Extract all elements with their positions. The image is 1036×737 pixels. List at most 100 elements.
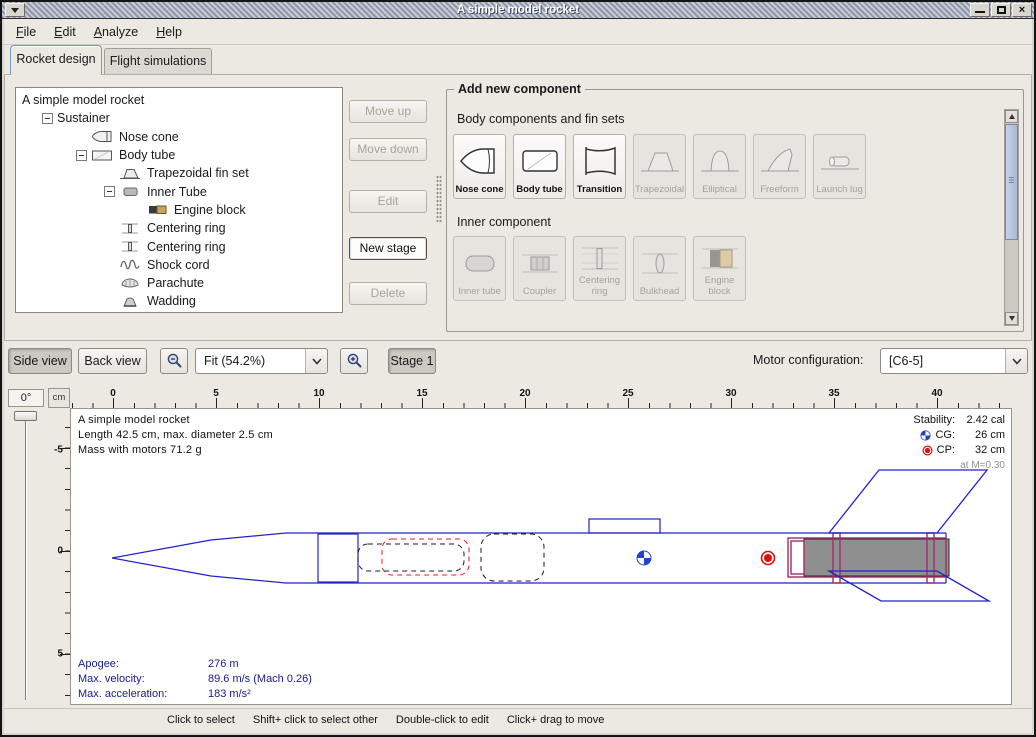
rocket-mass: Mass with motors 71.2 g	[78, 443, 273, 458]
tree-item-fin-set[interactable]: Trapezoidal fin set	[16, 164, 342, 182]
collapse-icon[interactable]	[76, 150, 87, 161]
shock-cord-icon	[119, 258, 141, 271]
centering-ring-icon	[578, 243, 622, 273]
rocket-info-block: A simple model rocket Length 42.5 cm, ma…	[78, 413, 273, 458]
cp-legend-icon	[922, 445, 933, 456]
rocket-dimensions: Length 42.5 cm, max. diameter 2.5 cm	[78, 428, 273, 443]
tree-item-wadding[interactable]: Wadding	[16, 292, 342, 310]
delete-button[interactable]: Delete	[349, 282, 427, 305]
move-up-button[interactable]: Move up	[349, 100, 427, 123]
menu-help[interactable]: Help	[148, 21, 190, 43]
tree-item-centering-ring-2[interactable]: Centering ring	[16, 237, 342, 255]
tree-item-engine-block[interactable]: Engine block	[16, 201, 342, 219]
tree-item-centering-ring-1[interactable]: Centering ring	[16, 219, 342, 237]
bulkhead-icon	[638, 248, 682, 278]
wadding-icon	[119, 295, 141, 308]
add-launch-lug-button[interactable]: Launch lug	[813, 134, 866, 199]
cg-marker	[637, 551, 651, 565]
menu-edit[interactable]: Edit	[46, 21, 84, 43]
tree-root[interactable]: A simple model rocket	[16, 91, 342, 109]
back-view-toggle[interactable]: Back view	[78, 348, 147, 374]
maximize-icon	[997, 6, 1006, 14]
inner-tube-icon	[458, 248, 502, 278]
rocket-canvas[interactable]: A simple model rocket Length 42.5 cm, ma…	[70, 408, 1012, 705]
launch-lug-icon	[818, 145, 862, 177]
tree-item-sustainer[interactable]: Sustainer	[16, 109, 342, 127]
rocket-figure-area: 0° cm 0 5 10 15 20 25 30 35 40 -5 0 5	[4, 383, 1032, 708]
add-transition-button[interactable]: Transition	[573, 134, 626, 199]
hint-click-drag: Click+ drag to move	[507, 714, 605, 726]
stage-1-toggle[interactable]: Stage 1	[388, 348, 436, 374]
zoom-in-button[interactable]	[340, 348, 368, 374]
engine-block-icon	[146, 203, 168, 216]
tree-item-shock-cord[interactable]: Shock cord	[16, 256, 342, 274]
add-centering-ring-button[interactable]: Centering ring	[573, 236, 626, 301]
chevron-down-icon	[312, 358, 322, 365]
split-drag-handle[interactable]	[436, 175, 442, 223]
tree-item-parachute[interactable]: Parachute	[16, 274, 342, 292]
add-bulkhead-button[interactable]: Bulkhead	[633, 236, 686, 301]
stability-value: 2.42 cal	[959, 413, 1005, 428]
side-view-toggle[interactable]: Side view	[8, 348, 72, 374]
close-button[interactable]: ×	[1012, 3, 1032, 17]
window-title: A simple model rocket	[2, 4, 1034, 16]
menu-bar: File Edit Analyze Help	[2, 19, 1034, 45]
nose-cone-icon	[458, 145, 502, 177]
rotation-slider-track[interactable]	[25, 413, 27, 700]
hint-click-select: Click to select	[167, 714, 235, 726]
menu-file[interactable]: File	[8, 21, 44, 43]
add-coupler-button[interactable]: Coupler	[513, 236, 566, 301]
trapezoidal-fin-icon	[119, 167, 141, 180]
rotation-slider-handle[interactable]	[14, 411, 37, 421]
minimize-button[interactable]	[970, 3, 990, 17]
vertical-ruler: -5 0 5	[48, 408, 70, 705]
status-bar: Click to select Shift+ click to select o…	[4, 708, 1032, 730]
component-tree[interactable]: A simple model rocket Sustainer Nose con…	[15, 87, 343, 313]
rotation-value: 0°	[8, 389, 44, 407]
add-elliptical-fin-button[interactable]: Elliptical	[693, 134, 746, 199]
horizontal-ruler: 0 5 10 15 20 25 30 35 40	[70, 388, 1012, 408]
body-tube-icon	[518, 145, 562, 177]
parachute-icon	[119, 277, 141, 290]
apogee-value: 276 m	[208, 657, 239, 672]
move-down-button[interactable]: Move down	[349, 138, 427, 161]
add-engine-block-button[interactable]: Engine block	[693, 236, 746, 301]
collapse-icon[interactable]	[42, 113, 53, 124]
hint-double-click: Double-click to edit	[396, 714, 489, 726]
add-freeform-fin-button[interactable]: Freeform	[753, 134, 806, 199]
cg-value: 26 cm	[959, 428, 1005, 443]
motor-configuration-label: Motor configuration:	[753, 353, 863, 367]
tab-flight-simulations[interactable]: Flight simulations	[104, 48, 212, 75]
rocket-name: A simple model rocket	[78, 413, 273, 428]
add-trapezoidal-fin-button[interactable]: Trapezoidal	[633, 134, 686, 199]
tree-item-nose-cone[interactable]: Nose cone	[16, 128, 342, 146]
tree-item-body-tube[interactable]: Body tube	[16, 146, 342, 164]
chevron-down-icon	[1012, 358, 1022, 365]
mach-note: at M=0.30	[913, 458, 1005, 473]
hint-shift-click: Shift+ click to select other	[253, 714, 378, 726]
scroll-up-button[interactable]	[1005, 110, 1018, 123]
component-panel-scrollbar[interactable]	[1004, 109, 1019, 326]
scroll-down-button[interactable]	[1005, 312, 1018, 325]
tree-item-launch-lug[interactable]: Launch lug	[16, 311, 342, 313]
scrollbar-thumb[interactable]	[1005, 124, 1018, 240]
add-nose-cone-button[interactable]: Nose cone	[453, 134, 506, 199]
tab-rocket-design[interactable]: Rocket design	[10, 45, 102, 75]
transition-icon	[578, 145, 622, 177]
maximize-button[interactable]	[991, 3, 1011, 17]
motor-configuration-select[interactable]: [C6-5]	[880, 348, 1028, 374]
zoom-in-icon	[346, 352, 363, 369]
zoom-out-button[interactable]	[160, 348, 188, 374]
minimize-icon	[975, 11, 985, 13]
coupler-icon	[518, 248, 562, 278]
collapse-icon[interactable]	[104, 186, 115, 197]
centering-ring-icon	[119, 240, 141, 253]
tree-item-inner-tube[interactable]: Inner Tube	[16, 182, 342, 200]
new-stage-button[interactable]: New stage	[349, 237, 427, 260]
menu-analyze[interactable]: Analyze	[86, 21, 146, 43]
zoom-level-select[interactable]: Fit (54.2%)	[195, 348, 328, 374]
add-body-tube-button[interactable]: Body tube	[513, 134, 566, 199]
edit-button[interactable]: Edit	[349, 190, 427, 213]
add-inner-tube-button[interactable]: Inner tube	[453, 236, 506, 301]
inner-component-label: Inner component	[457, 215, 551, 229]
